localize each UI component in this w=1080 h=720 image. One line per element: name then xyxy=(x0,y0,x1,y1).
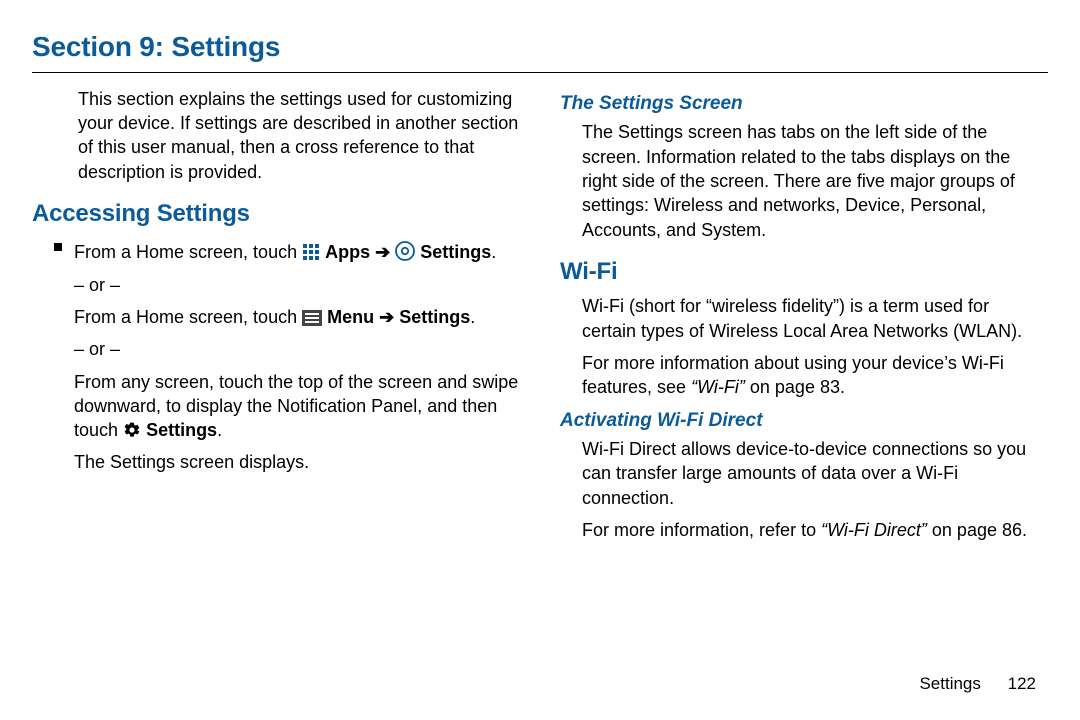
text: . xyxy=(491,242,496,262)
wifi-direct-paragraph-1: Wi-Fi Direct allows device-to-device con… xyxy=(560,437,1048,510)
text: . xyxy=(217,420,222,440)
step-line-1: From a Home screen, touch Apps ➔ xyxy=(74,240,520,264)
arrow-icon: ➔ xyxy=(375,242,390,262)
arrow-icon: ➔ xyxy=(379,307,394,327)
menu-icon xyxy=(302,310,322,326)
step-list-item: From a Home screen, touch Apps ➔ xyxy=(32,236,520,482)
bullet-square-icon xyxy=(54,243,62,251)
heading-wifi: Wi-Fi xyxy=(560,256,1048,288)
settings-label: Settings xyxy=(146,420,217,440)
text: . xyxy=(470,307,475,327)
crossref-wifi-direct: “Wi-Fi Direct” xyxy=(821,520,927,540)
page-title: Section 9: Settings xyxy=(32,28,1048,66)
text: From any screen, touch the top of the sc… xyxy=(74,372,518,441)
or-separator: – or – xyxy=(74,337,520,361)
text: For more information, refer to xyxy=(582,520,821,540)
text: on page 83. xyxy=(745,377,845,397)
settings-gear-icon xyxy=(123,421,141,439)
settings-gear-circle-icon xyxy=(395,241,415,261)
text: From a Home screen, touch xyxy=(74,242,302,262)
step-result: The Settings screen displays. xyxy=(74,450,520,474)
heading-wifi-direct: Activating Wi-Fi Direct xyxy=(560,408,1048,434)
heading-settings-screen: The Settings Screen xyxy=(560,91,1048,117)
left-column: This section explains the settings used … xyxy=(32,83,520,551)
crossref-wifi: “Wi-Fi” xyxy=(691,377,745,397)
settings-screen-paragraph: The Settings screen has tabs on the left… xyxy=(560,120,1048,241)
divider xyxy=(32,72,1048,73)
text: From a Home screen, touch xyxy=(74,307,302,327)
footer-section-label: Settings xyxy=(919,674,980,693)
intro-paragraph: This section explains the settings used … xyxy=(32,87,520,184)
wifi-direct-paragraph-2: For more information, refer to “Wi-Fi Di… xyxy=(560,518,1048,542)
menu-label: Menu xyxy=(327,307,374,327)
settings-label: Settings xyxy=(420,242,491,262)
apps-label: Apps xyxy=(325,242,370,262)
wifi-paragraph-2: For more information about using your de… xyxy=(560,351,1048,400)
text: on page 86. xyxy=(927,520,1027,540)
content-columns: This section explains the settings used … xyxy=(32,83,1048,551)
wifi-paragraph-1: Wi-Fi (short for “wireless fidelity”) is… xyxy=(560,294,1048,343)
heading-accessing-settings: Accessing Settings xyxy=(32,198,520,230)
footer-page-number: 122 xyxy=(1008,674,1036,693)
or-separator: – or – xyxy=(74,273,520,297)
page-footer: Settings 122 xyxy=(919,673,1036,696)
step-line-3: From any screen, touch the top of the sc… xyxy=(74,370,520,443)
step-line-2: From a Home screen, touch Menu ➔ Setting… xyxy=(74,305,520,329)
right-column: The Settings Screen The Settings screen … xyxy=(560,83,1048,551)
settings-label: Settings xyxy=(399,307,470,327)
apps-grid-icon xyxy=(302,243,320,261)
